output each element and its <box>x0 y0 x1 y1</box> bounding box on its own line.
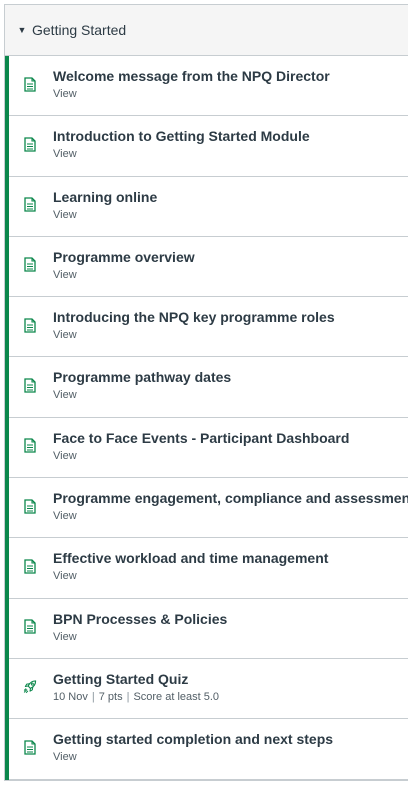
module-item-title-link[interactable]: Getting Started Quiz <box>53 671 404 688</box>
quiz-points: 7 pts <box>98 690 123 703</box>
module-item-meta: View <box>53 570 77 583</box>
page-icon <box>23 75 37 93</box>
page-icon <box>23 376 37 394</box>
caret-down-icon[interactable]: ▼ <box>12 25 32 35</box>
module-item-meta: View <box>53 268 77 281</box>
module-item: Face to Face Events - Participant Dashbo… <box>5 417 408 479</box>
page-icon <box>23 135 37 153</box>
quiz-due-date: 10 Nov <box>53 690 88 703</box>
module-item-title-link[interactable]: Introducing the NPQ key programme roles <box>53 309 404 326</box>
module-item: Getting started completion and next step… <box>5 719 408 780</box>
module-item-title-link[interactable]: BPN Processes & Policies <box>53 611 404 628</box>
meta-separator: | <box>126 690 130 703</box>
module-item: BPN Processes & Policies View <box>5 598 408 660</box>
page-icon <box>23 316 37 334</box>
page-icon <box>23 618 37 636</box>
module-item: Effective workload and time management V… <box>5 538 408 599</box>
module-title: Getting Started <box>32 22 127 38</box>
meta-separator: | <box>91 690 95 703</box>
quiz-requirement: Score at least 5.0 <box>133 690 220 703</box>
module-item-quiz: Getting Started Quiz 10 Nov | 7 pts | Score … <box>5 658 408 720</box>
module-item-meta: View <box>53 389 77 402</box>
module-item: Introducing the NPQ key programme roles … <box>5 297 408 358</box>
module-item-title-link[interactable]: Introduction to Getting Started Module <box>53 128 404 145</box>
module-header[interactable]: ▼ Getting Started <box>5 5 408 56</box>
module-item: Welcome message from the NPQ Director Vi… <box>5 56 408 117</box>
module-item: Learning online View <box>5 176 408 238</box>
quiz-rocket-icon <box>23 678 37 696</box>
module-item-meta: View <box>53 208 77 221</box>
module-item: Introduction to Getting Started Module V… <box>5 116 408 177</box>
module-item-title-link[interactable]: Welcome message from the NPQ Director <box>53 68 404 85</box>
module-item: Programme overview View <box>5 236 408 298</box>
module-item-title-link[interactable]: Programme engagement, compliance and ass… <box>53 490 408 507</box>
module-item: Programme pathway dates View <box>5 357 408 419</box>
module-item-meta: View <box>53 148 77 161</box>
page-icon <box>23 738 37 756</box>
module-item-meta: View <box>53 88 77 100</box>
module-item-title-link[interactable]: Face to Face Events - Participant Dashbo… <box>53 430 404 447</box>
page-icon <box>23 256 37 274</box>
module-item-meta: View <box>53 449 77 462</box>
module-item-meta: View <box>53 510 77 523</box>
module-item-title-link[interactable]: Effective workload and time management <box>53 550 404 567</box>
module-item-meta: View <box>53 751 77 764</box>
page-icon <box>23 196 37 214</box>
module-item: Programme engagement, compliance and ass… <box>5 478 408 539</box>
page-icon <box>23 497 37 515</box>
page-icon <box>23 437 37 455</box>
module-item-title-link[interactable]: Learning online <box>53 189 404 206</box>
module-items-list: Welcome message from the NPQ Director Vi… <box>5 56 408 780</box>
module-item-title-link[interactable]: Programme overview <box>53 249 404 266</box>
module-item-meta: View <box>53 630 77 643</box>
module-item-title-link[interactable]: Programme pathway dates <box>53 369 404 386</box>
page-icon <box>23 557 37 575</box>
module-item-title-link[interactable]: Getting started completion and next step… <box>53 731 404 748</box>
module-item-meta: View <box>53 329 77 342</box>
module-getting-started: ▼ Getting Started Welcome message from t… <box>4 4 408 781</box>
quiz-meta: 10 Nov | 7 pts | Score at least 5.0 <box>53 690 404 704</box>
